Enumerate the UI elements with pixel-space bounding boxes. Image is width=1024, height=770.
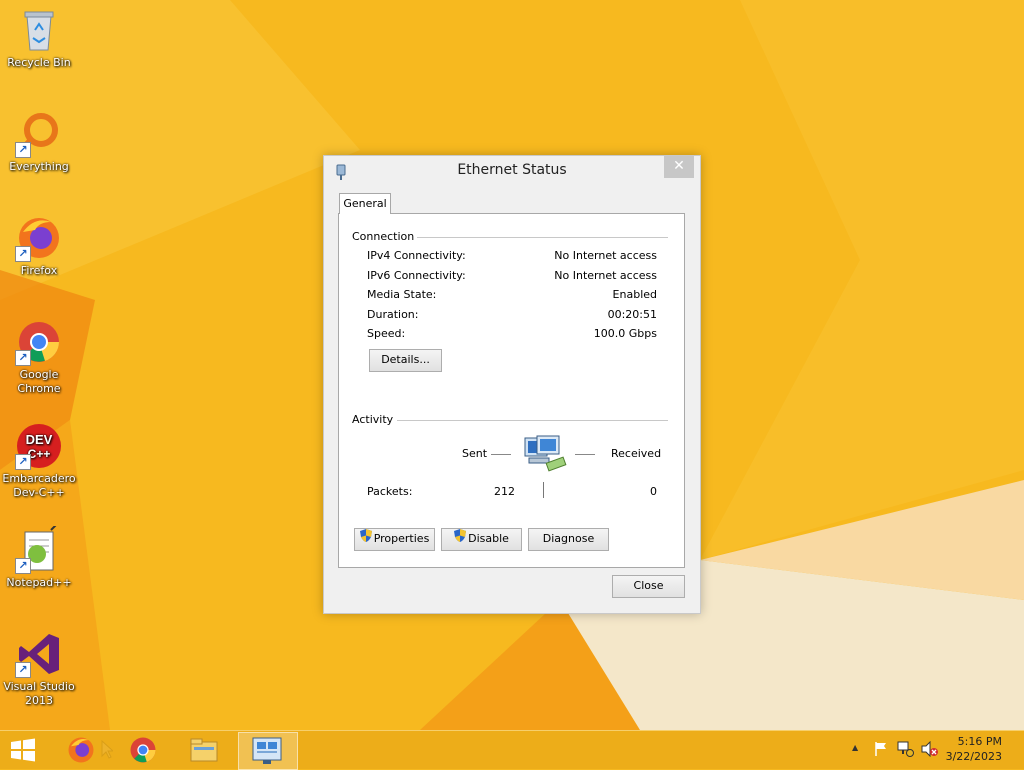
- taskbar-network-connections[interactable]: [238, 732, 298, 770]
- activity-heading: Activity: [352, 413, 394, 426]
- tab-general[interactable]: General: [339, 193, 391, 214]
- uac-shield-icon: [359, 529, 372, 549]
- desktop-icon-label: Recycle Bin: [7, 56, 71, 69]
- start-button[interactable]: [0, 732, 46, 768]
- desktop-icon-label: Google Chrome: [17, 368, 61, 395]
- desktop-icon-notepadpp[interactable]: ↗ Notepad++: [2, 521, 76, 590]
- sent-label: Sent: [462, 447, 488, 460]
- notepadpp-icon: ↗: [15, 521, 63, 574]
- shortcut-arrow-icon: ↗: [15, 246, 31, 262]
- everything-search-icon: ↗: [15, 110, 63, 158]
- media-state-label: Media State:: [367, 288, 437, 301]
- firefox-icon: ↗: [15, 214, 63, 262]
- clock-date: 3/22/2023: [945, 750, 1002, 763]
- devcpp-logo-text-bottom: C++: [28, 447, 51, 461]
- media-state-value: Enabled: [612, 288, 657, 301]
- diagnose-button[interactable]: Diagnose: [528, 528, 609, 551]
- taskbar-chrome[interactable]: [120, 732, 166, 768]
- details-button[interactable]: Details...: [369, 349, 442, 372]
- taskbar-file-explorer[interactable]: [181, 732, 227, 768]
- desktop-icon-google-chrome[interactable]: ↗ Google Chrome: [2, 318, 76, 396]
- connection-divider: [417, 237, 668, 238]
- ethernet-status-dialog: Ethernet Status ✕ General Connection IPv…: [323, 155, 701, 614]
- disable-button[interactable]: Disable: [441, 528, 522, 551]
- desktop-icon-firefox[interactable]: ↗ Firefox: [2, 214, 76, 278]
- speed-label: Speed:: [367, 327, 406, 340]
- shortcut-arrow-icon: ↗: [15, 350, 31, 366]
- desktop-icon-label: Firefox: [20, 264, 58, 277]
- connection-heading: Connection: [352, 230, 415, 243]
- chrome-icon: [130, 737, 156, 763]
- devcpp-logo-text-top: DEV: [26, 432, 53, 447]
- title-close-button[interactable]: ✕: [664, 156, 694, 178]
- clock[interactable]: 5:16 PM 3/22/2023: [946, 734, 1002, 764]
- shortcut-arrow-icon: ↗: [15, 454, 31, 470]
- uac-shield-icon: [454, 529, 467, 549]
- shortcut-arrow-icon: ↗: [15, 662, 31, 678]
- ipv6-value: No Internet access: [554, 269, 657, 282]
- devcpp-icon: DEV C++ ↗: [15, 422, 63, 470]
- shortcut-arrow-icon: ↗: [15, 142, 31, 158]
- action-center-flag-icon[interactable]: [873, 741, 889, 760]
- properties-label: Properties: [373, 532, 430, 545]
- received-line: [575, 454, 595, 455]
- ipv6-label: IPv6 Connectivity:: [367, 269, 466, 282]
- chrome-icon: ↗: [15, 318, 63, 366]
- network-tray-icon[interactable]: [897, 741, 915, 760]
- desktop-icon-label: Notepad++: [6, 576, 72, 589]
- start-icon: [11, 738, 35, 762]
- recycle-bin-icon: [15, 6, 63, 54]
- file-explorer-icon: [190, 738, 218, 762]
- desktop-icon-visual-studio[interactable]: ↗ Visual Studio 2013: [2, 630, 76, 708]
- desktop-icon-recycle-bin[interactable]: Recycle Bin: [2, 6, 76, 70]
- ipv4-value: No Internet access: [554, 249, 657, 262]
- visual-studio-icon: ↗: [15, 630, 63, 678]
- desktop-icon-label: Embarcadero Dev-C++: [2, 472, 76, 499]
- packets-label: Packets:: [367, 485, 413, 498]
- received-label: Received: [611, 447, 662, 460]
- general-tab-panel: Connection IPv4 Connectivity: No Interne…: [338, 213, 685, 568]
- tray-show-hidden-icons[interactable]: ▲: [852, 743, 858, 752]
- sent-line: [491, 454, 511, 455]
- desktop-icon-everything[interactable]: ↗ Everything: [2, 110, 76, 174]
- firefox-icon: [68, 737, 94, 763]
- properties-button[interactable]: Properties: [354, 528, 435, 551]
- speed-value: 100.0 Gbps: [593, 327, 657, 340]
- dialog-title: Ethernet Status: [457, 162, 567, 178]
- desktop-icon-label: Everything: [9, 160, 69, 173]
- network-computers-icon: [523, 434, 573, 476]
- close-button[interactable]: Close: [612, 575, 685, 598]
- duration-label: Duration:: [367, 308, 419, 321]
- network-connections-icon: [252, 737, 282, 764]
- clock-time: 5:16 PM: [957, 735, 1002, 748]
- activity-divider: [397, 420, 668, 421]
- title-bar[interactable]: Ethernet Status ✕: [324, 156, 700, 186]
- duration-value: 00:20:51: [607, 308, 657, 321]
- volume-muted-icon[interactable]: [921, 740, 939, 760]
- shortcut-arrow-icon: ↗: [15, 558, 31, 574]
- ipv4-label: IPv4 Connectivity:: [367, 249, 466, 262]
- disable-label: Disable: [468, 532, 509, 545]
- taskbar: ▲ 5:16 PM 3/22/2023: [0, 730, 1024, 770]
- packets-sent-value: 212: [494, 485, 515, 498]
- desktop-icon-devcpp[interactable]: DEV C++ ↗ Embarcadero Dev-C++: [2, 422, 76, 500]
- packets-separator: [543, 482, 544, 498]
- taskbar-firefox[interactable]: [58, 732, 104, 768]
- packets-received-value: 0: [650, 485, 657, 498]
- desktop-icon-label: Visual Studio 2013: [3, 680, 75, 707]
